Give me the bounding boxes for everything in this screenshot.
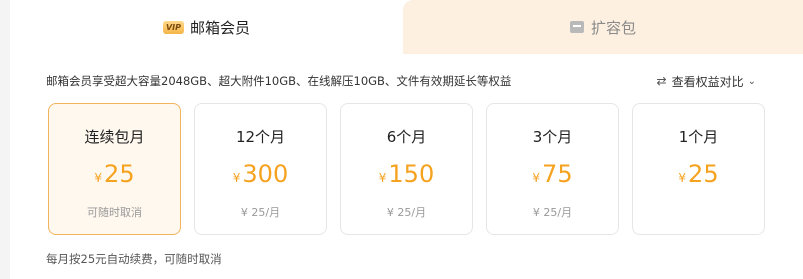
plan-price: ¥ 25 [94,160,134,188]
plan-price: ¥ 300 [233,160,288,188]
tab-storage-package[interactable]: 扩容包 [403,0,803,54]
swap-icon: ⇄ [656,74,667,88]
compare-label: 查看权益对比 [671,74,744,89]
benefits-row: 邮箱会员享受超大容量2048GB、超大附件10GB、在线解压10GB、文件有效期… [46,72,756,90]
plan-subtext: 可随时取消 [87,206,142,219]
auto-renew-note: 每月按25元自动续费，可随时取消 [46,252,222,266]
plan-subtext: ¥ 25/月 [532,206,573,219]
currency-symbol: ¥ [378,171,387,185]
plan-card-12-months[interactable]: 12个月 ¥ 300 ¥ 25/月 [194,103,327,235]
price-amount: 300 [242,160,289,188]
plan-card-6-months[interactable]: 6个月 ¥ 150 ¥ 25/月 [340,103,473,235]
currency-symbol: ¥ [678,171,687,185]
package-icon [569,21,584,33]
plan-card-monthly-auto[interactable]: 连续包月 ¥ 25 可随时取消 [48,103,181,235]
price-amount: 25 [688,160,719,188]
price-amount: 25 [104,160,135,188]
price-amount: 75 [542,160,573,188]
currency-symbol: ¥ [232,171,241,185]
plan-price: ¥ 25 [678,160,718,188]
plan-price: ¥ 75 [532,160,572,188]
plan-cards: 连续包月 ¥ 25 可随时取消 12个月 ¥ 300 ¥ 25/月 6个月 ¥ … [48,103,768,235]
compare-benefits-link[interactable]: ⇄ 查看权益对比 ⌄ [657,73,756,90]
chevron-down-icon: ⌄ [747,75,756,87]
plan-title: 1个月 [678,128,719,146]
currency-symbol: ¥ [94,171,103,185]
vip-purchase-panel: VIP 邮箱会员 扩容包 邮箱会员享受超大容量2048GB、超大附件10GB、在… [10,0,803,279]
plan-price: ¥ 150 [379,160,434,188]
plan-title: 连续包月 [84,128,145,146]
tab-label: 邮箱会员 [190,18,251,37]
tab-label: 扩容包 [590,18,636,37]
benefits-description: 邮箱会员享受超大容量2048GB、超大附件10GB、在线解压10GB、文件有效期… [46,74,512,88]
plan-subtext: ¥ 25/月 [386,206,427,219]
currency-symbol: ¥ [532,171,541,185]
tab-bar: VIP 邮箱会员 扩容包 [10,0,803,54]
plan-title: 12个月 [235,128,286,146]
plan-title: 6个月 [386,128,427,146]
plan-card-1-month[interactable]: 1个月 ¥ 25 [632,103,765,235]
tab-mail-membership[interactable]: VIP 邮箱会员 [10,0,403,54]
price-amount: 150 [388,160,435,188]
vip-badge-icon: VIP [162,20,184,34]
plan-card-3-months[interactable]: 3个月 ¥ 75 ¥ 25/月 [486,103,619,235]
plan-title: 3个月 [532,128,573,146]
plan-subtext: ¥ 25/月 [240,206,281,219]
